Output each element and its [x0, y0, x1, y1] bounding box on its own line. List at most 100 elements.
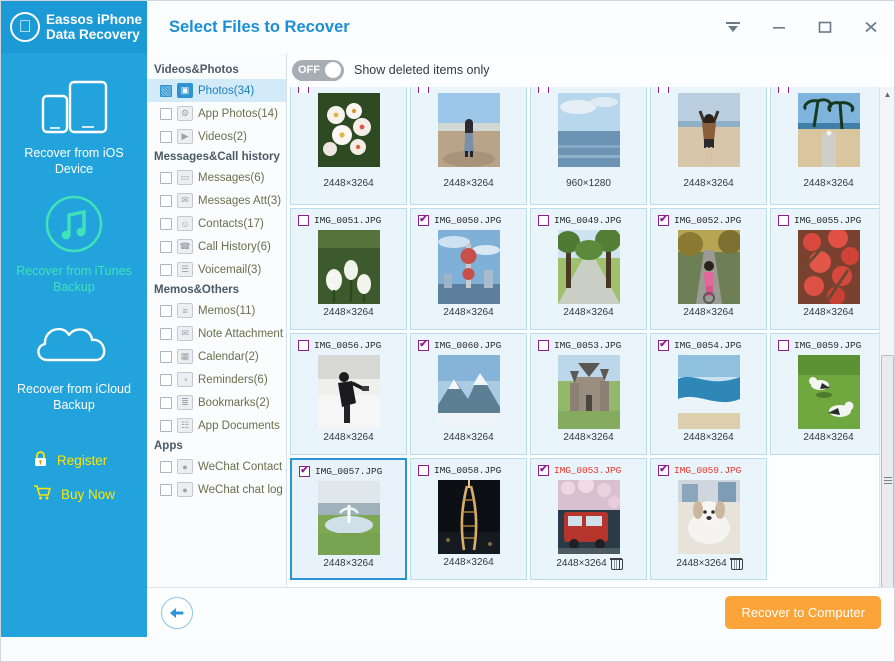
photo-thumbnail[interactable]: [558, 230, 620, 304]
photo-cell[interactable]: 2448×3264: [770, 87, 887, 205]
close-icon[interactable]: [858, 14, 884, 40]
show-deleted-toggle[interactable]: OFF: [292, 60, 344, 81]
photo-checkbox[interactable]: [298, 340, 309, 351]
photo-checkbox[interactable]: [418, 87, 429, 93]
category-tree[interactable]: Videos&Photos▣Photos(34)⚙App Photos(14)▶…: [147, 53, 287, 637]
minimize-icon[interactable]: [766, 14, 792, 40]
tree-item-attachment[interactable]: ✉Note Attachment: [147, 322, 286, 345]
photo-cell[interactable]: IMG_0051.JPG2448×3264: [290, 208, 407, 330]
photo-cell[interactable]: IMG_0053.JPG2448×3264: [530, 333, 647, 455]
photo-checkbox[interactable]: [658, 87, 669, 93]
photo-thumbnail[interactable]: [678, 230, 740, 304]
photo-checkbox[interactable]: [778, 215, 789, 226]
photo-thumbnail[interactable]: [558, 93, 620, 175]
photo-thumbnail[interactable]: [318, 230, 380, 304]
photo-cell[interactable]: IMG_0059.JPG2448×3264: [650, 458, 767, 580]
tree-item-checkbox[interactable]: [160, 461, 172, 473]
tree-item-checkbox[interactable]: [160, 305, 172, 317]
photo-thumbnail[interactable]: [798, 93, 860, 175]
sidebar-item-itunes-backup[interactable]: Recover from iTunes Backup: [1, 193, 147, 295]
register-link[interactable]: Register: [1, 443, 147, 477]
tree-item-checkbox[interactable]: [160, 195, 172, 207]
tree-item-phone[interactable]: ☎Call History(6): [147, 235, 286, 258]
photo-cell[interactable]: IMG_0056.JPG2448×3264: [290, 333, 407, 455]
scrollbar-thumb[interactable]: [881, 355, 894, 605]
photo-checkbox[interactable]: [778, 340, 789, 351]
sidebar-item-icloud-backup[interactable]: Recover from iCloud Backup: [1, 311, 147, 413]
menu-icon[interactable]: [720, 14, 746, 40]
tree-item-checkbox[interactable]: [160, 264, 172, 276]
photo-cell[interactable]: IMG_0059.JPG2448×3264: [770, 333, 887, 455]
tree-item-bookmark[interactable]: ≣Bookmarks(2): [147, 391, 286, 414]
photo-cell[interactable]: IMG_0057.JPG2448×3264: [290, 458, 407, 580]
tree-item-checkbox[interactable]: [160, 218, 172, 230]
tree-item-checkbox[interactable]: [160, 328, 172, 340]
back-button[interactable]: [161, 597, 193, 629]
tree-item-app-photos[interactable]: ⚙App Photos(14): [147, 102, 286, 125]
tree-item-memo[interactable]: ≡Memos(11): [147, 299, 286, 322]
photo-thumbnail[interactable]: [318, 93, 380, 175]
photo-thumbnail[interactable]: [438, 93, 500, 175]
photo-thumbnail[interactable]: [678, 480, 740, 554]
photo-thumbnail[interactable]: [798, 355, 860, 429]
delete-icon[interactable]: [731, 557, 741, 569]
photo-checkbox[interactable]: [658, 215, 669, 226]
photo-cell[interactable]: 2448×3264: [410, 87, 527, 205]
photo-cell[interactable]: IMG_0053.JPG2448×3264: [530, 458, 647, 580]
photo-cell[interactable]: IMG_0054.JPG2448×3264: [650, 333, 767, 455]
photo-cell[interactable]: 2448×3264: [650, 87, 767, 205]
maximize-icon[interactable]: [812, 14, 838, 40]
photo-thumbnail[interactable]: [558, 355, 620, 429]
tree-item-checkbox[interactable]: [160, 131, 172, 143]
tree-item-video[interactable]: ▶Videos(2): [147, 125, 286, 148]
photo-checkbox[interactable]: [658, 340, 669, 351]
photo-cell[interactable]: 960×1280: [530, 87, 647, 205]
tree-item-checkbox[interactable]: [160, 374, 172, 386]
photo-cell[interactable]: IMG_0055.JPG2448×3264: [770, 208, 887, 330]
delete-icon[interactable]: [611, 557, 621, 569]
vertical-scrollbar[interactable]: ▲ ▼: [879, 87, 894, 637]
photo-thumbnail[interactable]: [438, 230, 500, 304]
sidebar-item-ios-device[interactable]: Recover from iOS Device: [1, 75, 147, 177]
photo-cell[interactable]: IMG_0050.JPG2448×3264: [410, 208, 527, 330]
tree-item-checkbox[interactable]: [160, 397, 172, 409]
tree-item-checkbox[interactable]: [160, 108, 172, 120]
buy-now-link[interactable]: Buy Now: [1, 477, 147, 511]
photo-thumbnail[interactable]: [678, 355, 740, 429]
scroll-up-arrow[interactable]: ▲: [880, 87, 895, 102]
tree-item-calendar[interactable]: ▦Calendar(2): [147, 345, 286, 368]
photo-thumbnail[interactable]: [318, 355, 380, 429]
tree-item-checkbox[interactable]: [160, 172, 172, 184]
tree-item-checkbox[interactable]: [160, 420, 172, 432]
tree-item-checkbox[interactable]: [160, 351, 172, 363]
photo-thumbnail[interactable]: [678, 93, 740, 175]
photo-checkbox[interactable]: [299, 466, 310, 477]
photo-thumbnail[interactable]: [318, 481, 380, 555]
photo-thumbnail[interactable]: [558, 480, 620, 554]
photo-checkbox[interactable]: [418, 215, 429, 226]
photo-thumbnail[interactable]: [438, 355, 500, 429]
photo-cell[interactable]: IMG_0060.JPG2448×3264: [410, 333, 527, 455]
photo-checkbox[interactable]: [538, 215, 549, 226]
tree-item-document[interactable]: ☷App Documents: [147, 414, 286, 437]
photo-checkbox[interactable]: [298, 87, 309, 93]
tree-item-message[interactable]: ▭Messages(6): [147, 166, 286, 189]
photo-checkbox[interactable]: [538, 465, 549, 476]
recover-to-computer-button[interactable]: Recover to Computer: [725, 596, 881, 629]
photo-checkbox[interactable]: [538, 87, 549, 93]
photo-cell[interactable]: IMG_0049.JPG2448×3264: [530, 208, 647, 330]
tree-item-checkbox[interactable]: [160, 241, 172, 253]
photo-cell[interactable]: IMG_0052.JPG2448×3264: [650, 208, 767, 330]
tree-item-attachment[interactable]: ✉Messages Att(3): [147, 189, 286, 212]
photo-thumbnail[interactable]: [438, 480, 500, 554]
tree-item-checkbox[interactable]: [160, 484, 172, 496]
photo-checkbox[interactable]: [298, 215, 309, 226]
tree-item-wechat[interactable]: ●WeChat chat log: [147, 478, 286, 501]
photo-thumbnail[interactable]: [798, 230, 860, 304]
tree-item-checkbox[interactable]: [160, 85, 172, 97]
tree-item-contact[interactable]: ☺Contacts(17): [147, 212, 286, 235]
photo-checkbox[interactable]: [538, 340, 549, 351]
tree-item-photos[interactable]: ▣Photos(34): [147, 79, 286, 102]
photo-cell[interactable]: IMG_0058.JPG2448×3264: [410, 458, 527, 580]
photo-checkbox[interactable]: [658, 465, 669, 476]
